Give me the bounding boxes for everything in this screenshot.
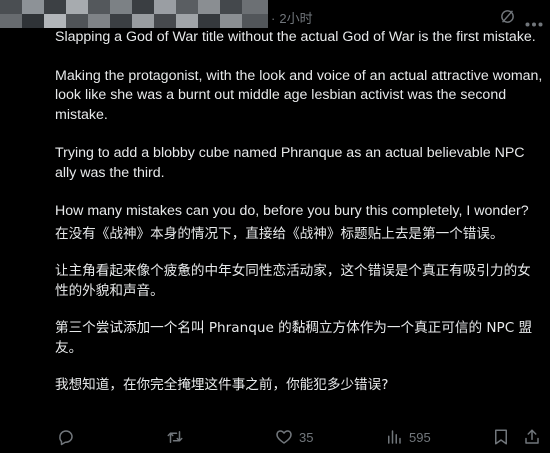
tweet-paragraph-en-3: Trying to add a blobby cube named Phranq… [55, 145, 525, 181]
separator-dot: · [271, 11, 276, 26]
grok-icon[interactable] [499, 8, 516, 30]
tweet-paragraph-en-4: How many mistakes can you do, before you… [55, 203, 529, 219]
share-button[interactable] [523, 428, 541, 446]
tweet-paragraph-en-1: Slapping a God of War title without the … [55, 29, 536, 45]
comment-icon [59, 430, 73, 446]
views-button[interactable]: 595 [385, 428, 431, 446]
like-count: 35 [299, 429, 314, 445]
like-button[interactable]: 35 [275, 428, 313, 446]
tweet-paragraph-zh-4: 我想知道，在你完全掩埋这件事之前，你能犯多少错误? [55, 376, 389, 393]
bookmark-button[interactable] [493, 428, 509, 446]
tweet-timestamp[interactable]: · 2小时 [271, 8, 313, 27]
share-icon [525, 429, 539, 444]
views-count: 595 [409, 429, 431, 445]
tweet-paragraph-en-2: Making the protagonist, with the look an… [55, 67, 543, 123]
repost-icon [167, 431, 183, 443]
tweet-paragraph-zh-2: 让主角看起来像个疲惫的中年女同性恋活动家，这个错误是个真正有吸引力的女性的外貌和… [55, 262, 531, 299]
tweet-header: · 2小时 [0, 0, 550, 30]
tweet-text: Slapping a God of War title without the … [55, 28, 543, 412]
reply-button[interactable] [57, 428, 75, 446]
analytics-icon [388, 430, 401, 444]
tweet-action-bar: 35 595 [55, 428, 545, 448]
bookmark-icon [495, 429, 507, 445]
tweet-paragraph-zh-1: 在没有《战神》本身的情况下，直接给《战神》标题贴上去是第一个错误。 [55, 225, 504, 242]
repost-button[interactable] [165, 428, 185, 446]
blurred-username[interactable] [0, 0, 270, 30]
heart-icon [276, 430, 292, 444]
tweet-paragraph-zh-3: 第三个尝试添加一个名叫 Phranque 的黏稠立方体作为一个真正可信的 NPC… [55, 319, 533, 356]
